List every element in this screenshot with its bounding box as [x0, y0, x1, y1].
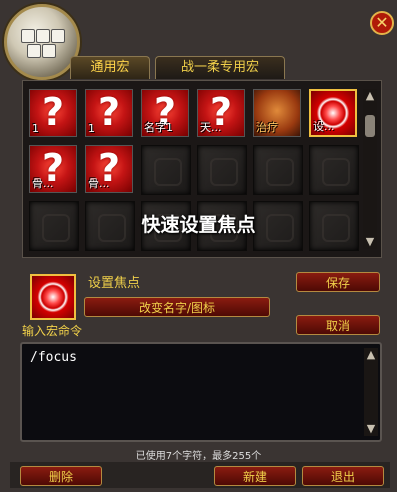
macro-label: 骨...	[88, 177, 110, 190]
empty-macro-slot[interactable]	[309, 145, 359, 195]
macro-command-label: 输入宏命令	[22, 324, 83, 338]
empty-macro-slot[interactable]	[197, 145, 247, 195]
close-icon[interactable]: ✕	[370, 11, 394, 35]
macro-slot[interactable]: ? 1	[85, 89, 133, 137]
scroll-thumb[interactable]	[365, 115, 375, 137]
macro-command-editor[interactable]: /focus ▲ ▼	[20, 342, 382, 442]
exit-button[interactable]: 退出	[302, 466, 384, 486]
macro-slot[interactable]: ? 骨...	[85, 145, 133, 193]
macro-slot-selected[interactable]: 设...	[309, 89, 357, 137]
scroll-up-icon[interactable]: ▲	[364, 348, 378, 362]
macro-label: 1	[32, 122, 39, 135]
cancel-button[interactable]: 取消	[296, 315, 380, 335]
macro-label: 1	[88, 122, 95, 135]
save-button[interactable]: 保存	[296, 272, 380, 292]
delete-button[interactable]: 删除	[20, 466, 102, 486]
macro-label: 设...	[313, 120, 335, 133]
scroll-up-icon[interactable]: ▲	[363, 89, 377, 103]
macro-command-text[interactable]: /focus	[30, 350, 77, 365]
macro-label: 名字1	[144, 121, 173, 134]
empty-macro-slot[interactable]	[253, 145, 303, 195]
editor-scrollbar[interactable]: ▲ ▼	[364, 348, 378, 436]
macro-label: 天...	[200, 121, 222, 134]
video-caption: 快速设置焦点	[141, 214, 256, 236]
tab-character-macros[interactable]: 战一柔专用宏	[155, 56, 285, 79]
char-count: 已使用7个字符，最多255个	[135, 451, 262, 462]
macro-slot[interactable]: ? 1	[29, 89, 77, 137]
tab-general-macros[interactable]: 通用宏	[70, 56, 150, 79]
macro-slot[interactable]: ? 天...	[197, 89, 245, 137]
scroll-down-icon[interactable]: ▼	[364, 422, 378, 436]
selected-macro-icon[interactable]	[30, 274, 76, 320]
macro-portrait-icon	[4, 4, 80, 80]
macro-window: ✕ 通用宏 战一柔专用宏 ? 1 ? 1 ? 名字1 ? 天... 治疗 设..…	[0, 0, 397, 492]
empty-macro-slot[interactable]	[141, 145, 191, 195]
new-button[interactable]: 新建	[214, 466, 296, 486]
macro-slot[interactable]: ? 名字1	[141, 89, 189, 137]
macro-slot[interactable]: ? 骨...	[29, 145, 77, 193]
selected-macro-name: 设置焦点	[88, 276, 141, 291]
macro-slot[interactable]: 治疗	[253, 89, 301, 137]
macro-label: 治疗	[256, 121, 278, 134]
macro-label: 骨...	[32, 177, 54, 190]
change-name-icon-button[interactable]: 改变名字/图标	[84, 297, 270, 317]
scroll-down-icon[interactable]: ▼	[363, 235, 377, 249]
